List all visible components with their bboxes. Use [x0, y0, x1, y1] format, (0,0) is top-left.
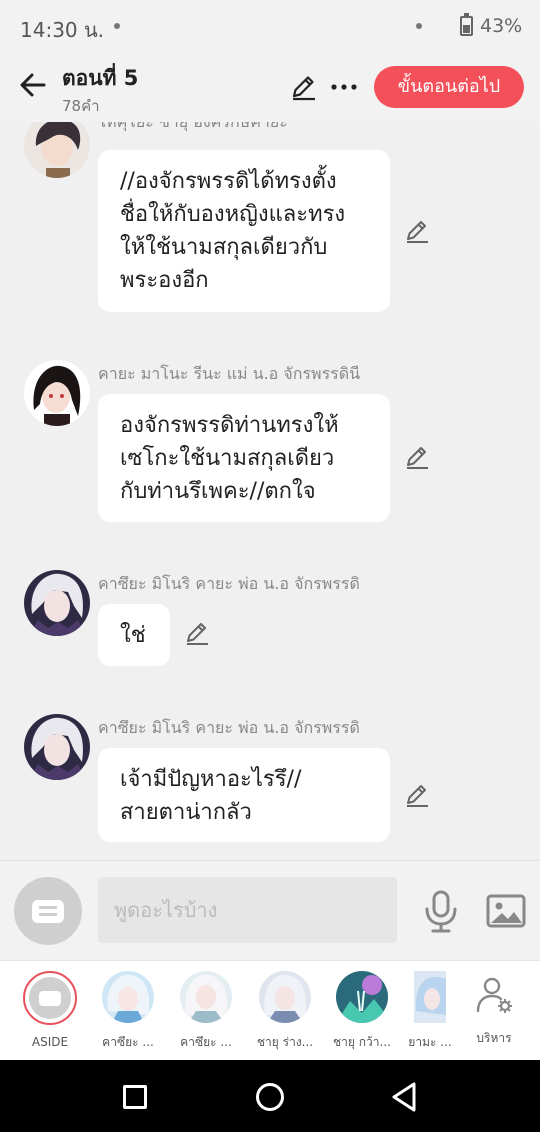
character-label: ยามะ ...: [408, 1035, 452, 1049]
word-count: 78คำ: [62, 97, 100, 115]
message-bubble[interactable]: เจ้ามีปัญหาอะไรรึ// สายตาน่ากลัว: [98, 748, 390, 842]
edit-message-icon[interactable]: [404, 444, 430, 470]
aside-avatar: [23, 971, 77, 1025]
character-label: ชายุ กว้า...: [333, 1035, 391, 1049]
chat-area[interactable]: ไทคุโยะ ซายุ องครักษ์คายะ //องจักรพรรดิไ…: [0, 122, 540, 860]
sender-name: คาซึยะ มิโนริ คายะ พ่อ น.อ จักรพรรดิ: [98, 718, 360, 737]
avatar[interactable]: [24, 122, 90, 178]
navigation-bar: [0, 1060, 540, 1132]
nav-back-icon[interactable]: [390, 1081, 418, 1113]
battery-icon: [460, 13, 473, 36]
back-arrow-icon[interactable]: [16, 68, 50, 102]
status-time: 14:30 น.: [20, 18, 105, 42]
sender-name: คายะ มาโนะ รีนะ แม่ น.อ จักรพรรดินี: [98, 364, 361, 383]
sender-name: คาซึยะ มิโนริ คายะ พ่อ น.อ จักรพรรดิ: [98, 574, 360, 593]
message-input[interactable]: [98, 877, 397, 943]
character-item[interactable]: คาซึยะ ...: [173, 971, 239, 1052]
home-icon[interactable]: [256, 1083, 284, 1111]
message-bubble[interactable]: องจักรพรรดิท่านทรงให้ เซโกะใช้นามสกุลเดี…: [98, 394, 390, 522]
microphone-icon[interactable]: [422, 889, 460, 933]
character-avatar: [102, 971, 154, 1023]
character-label: ASIDE: [31, 1035, 69, 1049]
avatar[interactable]: [24, 714, 90, 780]
character-item[interactable]: ชายุ ร่าง...: [252, 971, 318, 1052]
manage-characters-button[interactable]: บริหาร: [461, 971, 527, 1048]
status-bar: 14:30 น. 43%: [0, 0, 540, 56]
signal-dot-icon: [416, 23, 422, 29]
battery-level: 43%: [480, 15, 523, 37]
input-bar: [0, 860, 540, 960]
aside-icon: [39, 991, 61, 1006]
character-label: คาซึยะ ...: [102, 1035, 154, 1049]
character-label: คาซึยะ ...: [180, 1035, 232, 1049]
avatar[interactable]: [24, 360, 90, 426]
character-aside[interactable]: ASIDE: [17, 971, 83, 1049]
character-item[interactable]: ยามะ ...: [404, 971, 456, 1052]
aside-button[interactable]: [14, 877, 82, 945]
message-text: //องจักรพรรดิได้ทรงตั้ง ชื่อให้กับองหญิง…: [120, 169, 346, 293]
character-avatar: [414, 971, 446, 1023]
character-item[interactable]: ชายุ กว้า...: [329, 971, 395, 1052]
edit-message-icon[interactable]: [184, 620, 210, 646]
character-bar: ASIDE คาซึยะ ... คาซึยะ ... ชายุ ร่าง...…: [0, 960, 540, 1060]
message-bubble[interactable]: ใช่: [98, 604, 170, 666]
message-text: เจ้ามีปัญหาอะไรรึ// สายตาน่ากลัว: [120, 767, 302, 825]
character-avatar: [180, 971, 232, 1023]
sender-name: ไทคุโยะ ซายุ องครักษ์คายะ: [98, 122, 288, 135]
manage-user-gear-icon: [476, 977, 512, 1013]
character-label: บริหาร: [476, 1031, 512, 1045]
next-step-button[interactable]: ขั้นตอนต่อไป: [374, 66, 524, 108]
aside-icon: [32, 900, 64, 923]
edit-message-icon[interactable]: [404, 782, 430, 808]
character-avatar: [336, 971, 388, 1023]
more-options-icon[interactable]: [330, 74, 358, 100]
episode-title: ตอนที่ 5: [62, 66, 139, 90]
header: ตอนที่ 5 78คำ ขั้นตอนต่อไป: [0, 56, 540, 122]
message-text: ใช่: [120, 623, 146, 648]
edit-pencil-icon[interactable]: [289, 73, 317, 101]
avatar[interactable]: [24, 570, 90, 636]
message-bubble[interactable]: //องจักรพรรดิได้ทรงตั้ง ชื่อให้กับองหญิง…: [98, 150, 390, 312]
character-label: ชายุ ร่าง...: [256, 1035, 314, 1049]
character-item[interactable]: คาซึยะ ...: [95, 971, 161, 1052]
message-text: องจักรพรรดิท่านทรงให้ เซโกะใช้นามสกุลเดี…: [120, 413, 339, 504]
recent-apps-icon[interactable]: [123, 1085, 147, 1109]
edit-message-icon[interactable]: [404, 218, 430, 244]
character-avatar: [259, 971, 311, 1023]
image-icon[interactable]: [486, 893, 526, 929]
notification-dot-icon: [114, 23, 120, 29]
